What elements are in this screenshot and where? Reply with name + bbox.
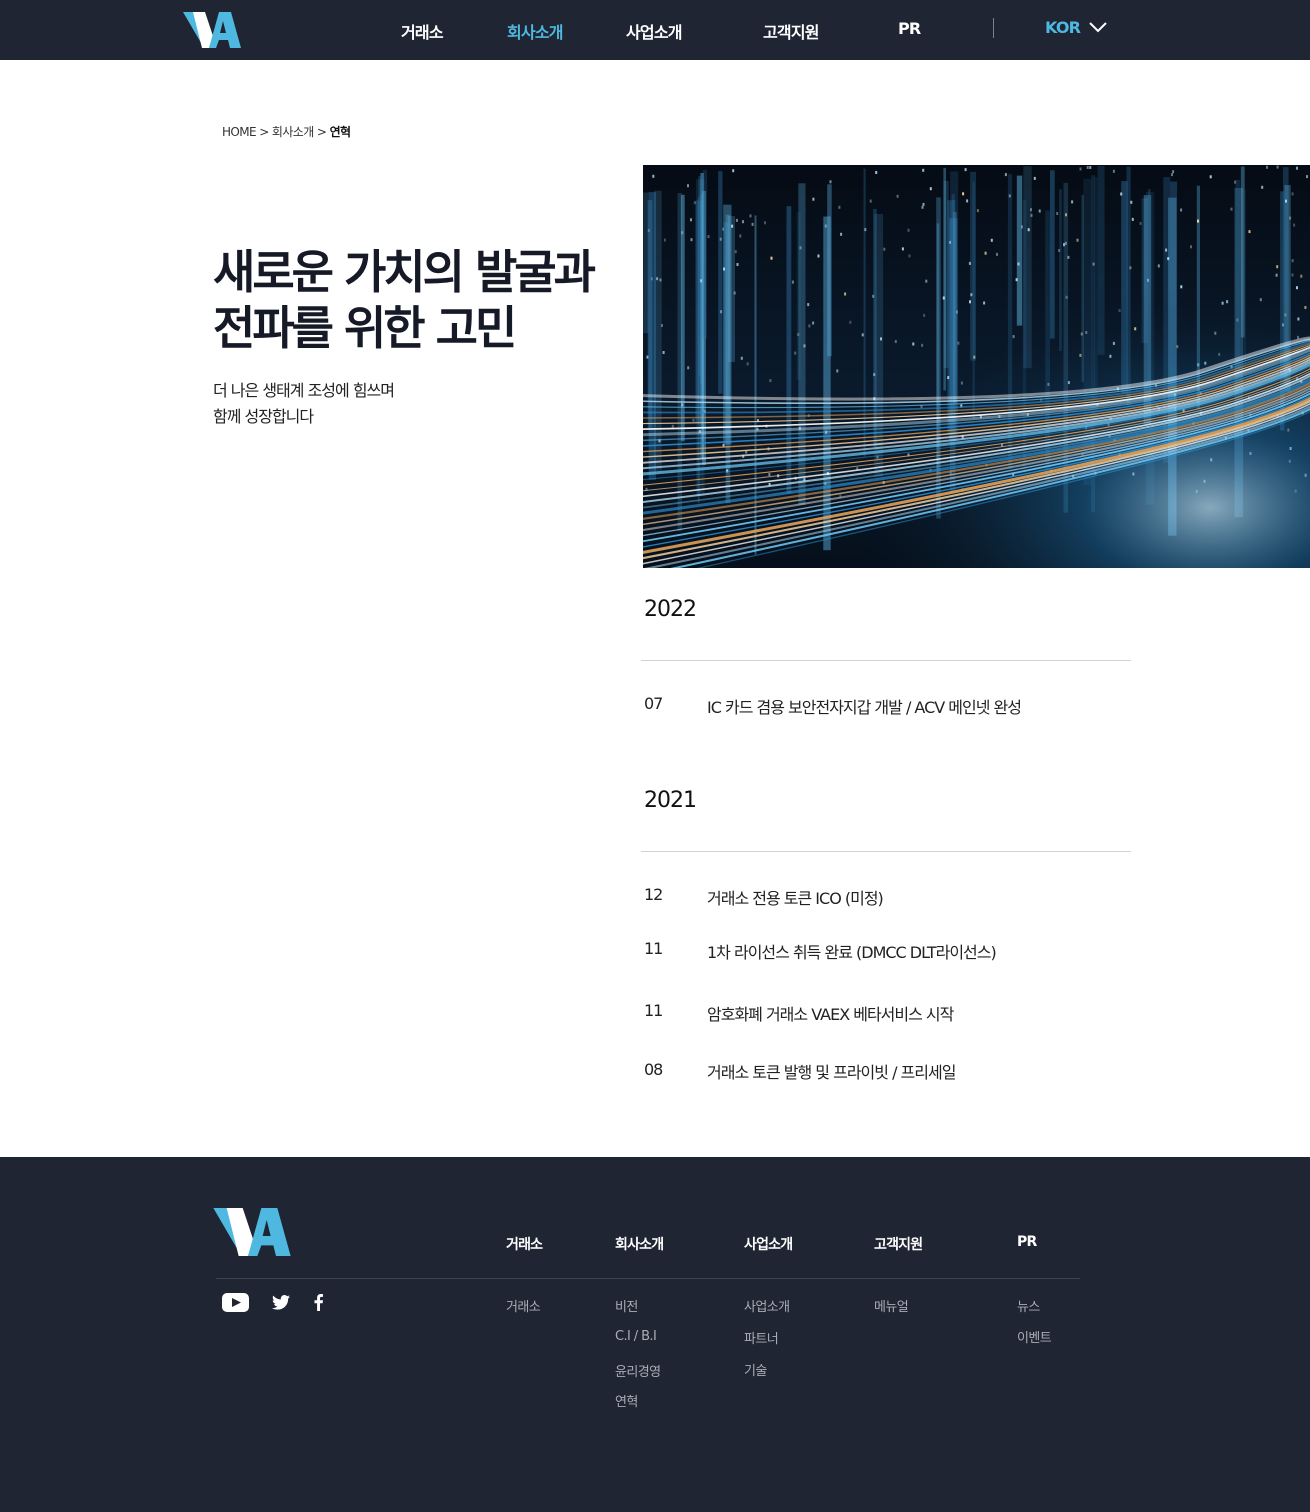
timeline-event: IC 카드 겸용 보안전자지갑 개발 / ACV 메인넷 완성 (707, 698, 1022, 717)
breadcrumb-parent[interactable]: 회사소개 (272, 125, 314, 139)
page-subtitle-line: 더 나은 생태계 조성에 힘쓰며 (213, 381, 395, 400)
top-navigation-bar: 거래소 회사소개 사업소개 고객지원 PR KOR (0, 0, 1310, 60)
footer-link[interactable]: 뉴스 (1017, 1296, 1040, 1315)
breadcrumb-current: 연혁 (329, 125, 351, 139)
data-highway-illustration (643, 165, 1310, 568)
page-title-line: 전파를 위한 고민 (213, 301, 517, 355)
timeline-event: 1차 라이선스 취득 완료 (DMCC DLT라이선스) (707, 943, 997, 962)
timeline-year: 2022 (644, 597, 697, 622)
timeline-month: 12 (644, 885, 663, 904)
footer-link[interactable]: C.I / B.I (615, 1329, 657, 1344)
year-divider (641, 660, 1131, 661)
breadcrumb-home[interactable]: HOME (222, 125, 257, 139)
footer: 거래소 회사소개 사업소개 고객지원 PR 거래소 비전 C.I / B.I 윤… (0, 1157, 1310, 1512)
footer-link[interactable]: 비전 (615, 1296, 638, 1315)
timeline-month: 08 (644, 1060, 663, 1079)
footer-heading-pr[interactable]: PR (1017, 1234, 1037, 1250)
footer-link[interactable]: 메뉴얼 (874, 1296, 909, 1315)
breadcrumb-separator: > (316, 125, 327, 139)
footer-divider (216, 1278, 1080, 1279)
timeline-month: 11 (644, 939, 663, 958)
twitter-icon[interactable] (272, 1295, 290, 1310)
footer-link[interactable]: 윤리경영 (615, 1361, 661, 1380)
timeline-event: 암호화폐 거래소 VAEX 베타서비스 시작 (707, 1005, 954, 1024)
nav-business[interactable]: 사업소개 (626, 19, 682, 43)
breadcrumb: HOME > 회사소개 > 연혁 (222, 123, 351, 140)
timeline-year: 2021 (644, 788, 697, 813)
page-title: 새로운 가치의 발굴과 전파를 위한 고민 (213, 244, 613, 356)
footer-heading-support[interactable]: 고객지원 (874, 1234, 923, 1254)
page-subtitle: 더 나은 생태계 조성에 힘쓰며 함께 성장합니다 (213, 378, 395, 430)
language-selector[interactable]: KOR (1045, 18, 1107, 37)
footer-link[interactable]: 거래소 (506, 1296, 541, 1315)
breadcrumb-separator: > (259, 125, 269, 139)
youtube-icon[interactable] (222, 1293, 249, 1312)
page-subtitle-line: 함께 성장합니다 (213, 407, 314, 426)
footer-link[interactable]: 사업소개 (744, 1296, 790, 1315)
nav-company[interactable]: 회사소개 (507, 19, 563, 43)
timeline-event: 거래소 토큰 발행 및 프라이빗 / 프리세일 (707, 1063, 956, 1082)
footer-link[interactable]: 연혁 (615, 1391, 638, 1410)
facebook-icon[interactable] (314, 1294, 323, 1311)
footer-heading-company[interactable]: 회사소개 (615, 1234, 664, 1254)
chevron-down-icon (1089, 22, 1107, 33)
nav-support[interactable]: 고객지원 (763, 19, 819, 43)
nav-exchange[interactable]: 거래소 (401, 19, 444, 43)
timeline-month: 07 (644, 694, 663, 713)
footer-heading-business[interactable]: 사업소개 (744, 1234, 793, 1254)
va-logo[interactable] (213, 1208, 291, 1256)
va-logo[interactable] (183, 12, 241, 48)
timeline-month: 11 (644, 1001, 663, 1020)
page-title-line: 새로운 가치의 발굴과 (213, 245, 596, 299)
footer-link[interactable]: 이벤트 (1017, 1327, 1052, 1346)
footer-link[interactable]: 파트너 (744, 1328, 779, 1347)
hero-image (643, 165, 1310, 568)
footer-heading-exchange[interactable]: 거래소 (506, 1234, 543, 1254)
nav-divider (993, 18, 994, 38)
footer-link[interactable]: 기술 (744, 1360, 767, 1379)
language-label: KOR (1045, 18, 1081, 37)
nav-pr[interactable]: PR (898, 19, 921, 38)
year-divider (641, 851, 1131, 852)
timeline-event: 거래소 전용 토큰 ICO (미정) (707, 889, 884, 908)
